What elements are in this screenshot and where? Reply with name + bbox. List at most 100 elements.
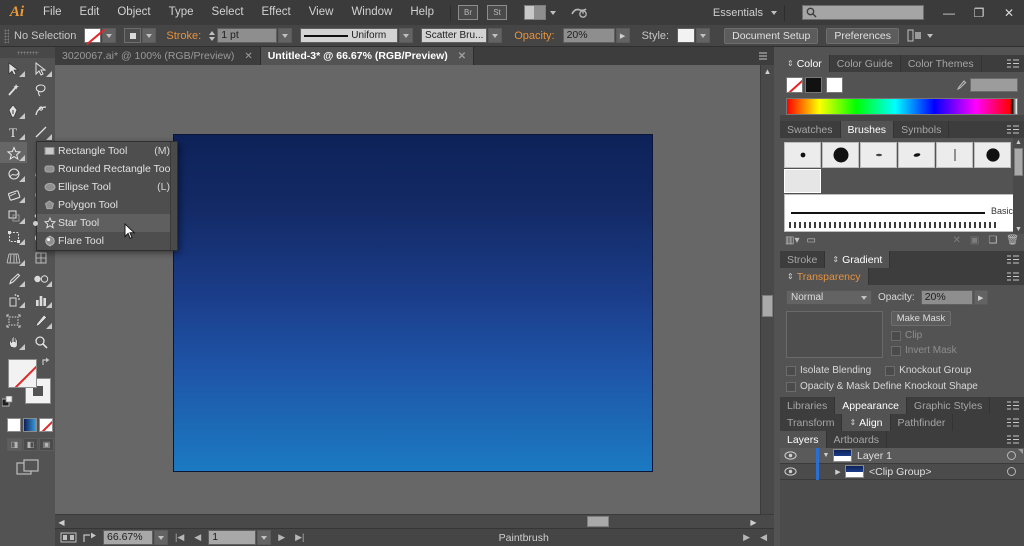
brush-swatch-selected[interactable]: [784, 169, 821, 193]
tab-align[interactable]: ⇕ Align: [842, 414, 891, 431]
make-mask-button[interactable]: Make Mask: [891, 311, 951, 326]
scroll-up-arrow[interactable]: ▲: [1013, 138, 1024, 147]
align-control[interactable]: [907, 29, 933, 42]
column-graph-tool[interactable]: [27, 289, 54, 310]
isolate-blending-row[interactable]: Isolate Blending: [786, 365, 871, 376]
visibility-eye-icon[interactable]: [780, 467, 800, 476]
free-transform-tool[interactable]: [0, 226, 27, 247]
stroke-weight-dropdown[interactable]: [278, 28, 293, 43]
invert-mask-checkbox[interactable]: [891, 345, 901, 356]
pen-tool[interactable]: [0, 100, 27, 121]
style-swatch[interactable]: [677, 28, 696, 43]
color-panel-menu[interactable]: [1007, 55, 1024, 72]
stroke-color-control[interactable]: [124, 28, 157, 43]
tab-stroke[interactable]: Stroke: [780, 251, 826, 268]
transparency-opacity-flyout[interactable]: ▶: [973, 290, 988, 305]
none-fill-button[interactable]: [39, 418, 53, 432]
transparency-opacity-field[interactable]: 20%: [920, 290, 973, 305]
preferences-button[interactable]: Preferences: [826, 27, 899, 44]
tab-layers[interactable]: Layers: [780, 431, 827, 448]
transparency-opacity-control[interactable]: 20% ▶: [920, 290, 988, 305]
table-row[interactable]: ▼ Layer 1: [780, 447, 1024, 464]
artboard-tool[interactable]: [0, 310, 27, 331]
last-artboard-button[interactable]: ▶|: [292, 532, 307, 543]
default-fill-stroke-icon[interactable]: [1, 395, 14, 408]
flyout-item-flare-tool[interactable]: Flare Tool: [37, 232, 177, 250]
opacity-field[interactable]: 20%: [562, 28, 615, 43]
artboard-number-dropdown[interactable]: [257, 530, 272, 545]
workspace-switcher[interactable]: Essentials: [709, 7, 777, 19]
first-artboard-button[interactable]: |◀: [172, 532, 187, 543]
close-icon[interactable]: ✕: [458, 51, 466, 62]
expand-triangle-icon[interactable]: ▼: [819, 452, 833, 459]
style-label[interactable]: Style:: [642, 30, 670, 42]
basic-brush-row[interactable]: Basic: [784, 194, 1020, 232]
delete-brush-icon[interactable]: 🗑: [1006, 235, 1019, 246]
target-indicator-icon[interactable]: [1007, 467, 1016, 476]
document-setup-button[interactable]: Document Setup: [724, 27, 819, 44]
status-menu-button[interactable]: ▶: [740, 532, 753, 543]
hand-tool[interactable]: [0, 331, 27, 352]
menu-type[interactable]: Type: [160, 0, 203, 25]
type-tool[interactable]: T: [0, 121, 27, 142]
arrange-documents-button[interactable]: [524, 5, 556, 20]
flyout-item-ellipse-tool[interactable]: Ellipse Tool (L): [37, 178, 177, 196]
share-document-icon[interactable]: [81, 531, 99, 545]
visibility-eye-icon[interactable]: [780, 451, 800, 460]
canvas-vertical-scrollbar[interactable]: ▲ ▼: [760, 65, 774, 528]
control-bar-grip[interactable]: [4, 28, 9, 43]
color-white-swatch[interactable]: [826, 77, 843, 93]
slice-tool[interactable]: [27, 310, 54, 331]
layers-panel-menu[interactable]: [1007, 431, 1024, 448]
brushes-scroll-thumb[interactable]: [1014, 148, 1023, 176]
brush-swatch[interactable]: [860, 142, 897, 168]
fill-control[interactable]: [84, 28, 117, 43]
tab-color[interactable]: ⇕ Color: [780, 55, 830, 72]
menu-select[interactable]: Select: [203, 0, 253, 25]
zoom-control[interactable]: 66.67%: [103, 530, 168, 545]
opacity-label[interactable]: Opacity:: [514, 30, 554, 42]
curvature-tool[interactable]: [27, 100, 54, 121]
stroke-swatch[interactable]: [124, 28, 142, 43]
draw-inside-button[interactable]: ▣: [39, 438, 54, 451]
blend-mode-select[interactable]: Normal: [786, 290, 872, 305]
tab-graphic-styles[interactable]: Graphic Styles: [907, 397, 991, 414]
brush-swatch[interactable]: [784, 142, 821, 168]
isolate-blending-checkbox[interactable]: [786, 365, 796, 376]
color-black-swatch[interactable]: [805, 77, 822, 93]
selection-tool[interactable]: [0, 58, 27, 79]
expand-triangle-icon[interactable]: ▶: [831, 468, 845, 476]
tab-color-guide[interactable]: Color Guide: [830, 55, 901, 72]
eyedropper-tool[interactable]: [0, 268, 27, 289]
remove-brush-stroke-icon[interactable]: ✕: [952, 235, 960, 246]
tab-libraries[interactable]: Libraries: [780, 397, 836, 414]
scroll-right-arrow[interactable]: ▶: [747, 515, 760, 528]
direct-selection-tool[interactable]: [27, 58, 54, 79]
stroke-profile-dropdown[interactable]: [399, 28, 414, 43]
table-row[interactable]: ▶ <Clip Group>: [780, 463, 1024, 480]
tab-pathfinder[interactable]: Pathfinder: [891, 414, 954, 431]
search-input[interactable]: [802, 5, 924, 20]
brush-swatch[interactable]: [974, 142, 1011, 168]
appearance-panel-menu[interactable]: [1007, 397, 1024, 414]
fill-dropdown-button[interactable]: [102, 28, 117, 43]
symbol-sprayer-tool[interactable]: [0, 289, 27, 310]
color-spectrum-bar[interactable]: [786, 98, 1018, 115]
brush-definition-dropdown[interactable]: [488, 28, 503, 43]
tab-overflow-menu[interactable]: [759, 47, 774, 65]
brush-swatch[interactable]: [822, 142, 859, 168]
menu-window[interactable]: Window: [342, 0, 401, 25]
opacity-knockout-checkbox[interactable]: [786, 381, 796, 392]
flyout-item-star-tool[interactable]: Star Tool: [33, 214, 177, 232]
mask-thumbnail[interactable]: [786, 311, 883, 358]
stroke-label[interactable]: Stroke:: [166, 30, 201, 42]
opacity-knockout-row[interactable]: Opacity & Mask Define Knockout Shape: [786, 381, 1018, 392]
artboard-number-control[interactable]: 1: [208, 530, 272, 545]
status-resize-grip[interactable]: ◀: [757, 532, 770, 543]
layers-empty-area[interactable]: [780, 480, 1024, 546]
menu-file[interactable]: File: [34, 0, 71, 25]
document-tab-2[interactable]: Untitled-3* @ 66.67% (RGB/Preview) ✕: [260, 47, 475, 65]
tab-swatches[interactable]: Swatches: [780, 121, 841, 138]
style-control[interactable]: [677, 28, 711, 43]
gradient-fill-button[interactable]: [23, 418, 37, 432]
